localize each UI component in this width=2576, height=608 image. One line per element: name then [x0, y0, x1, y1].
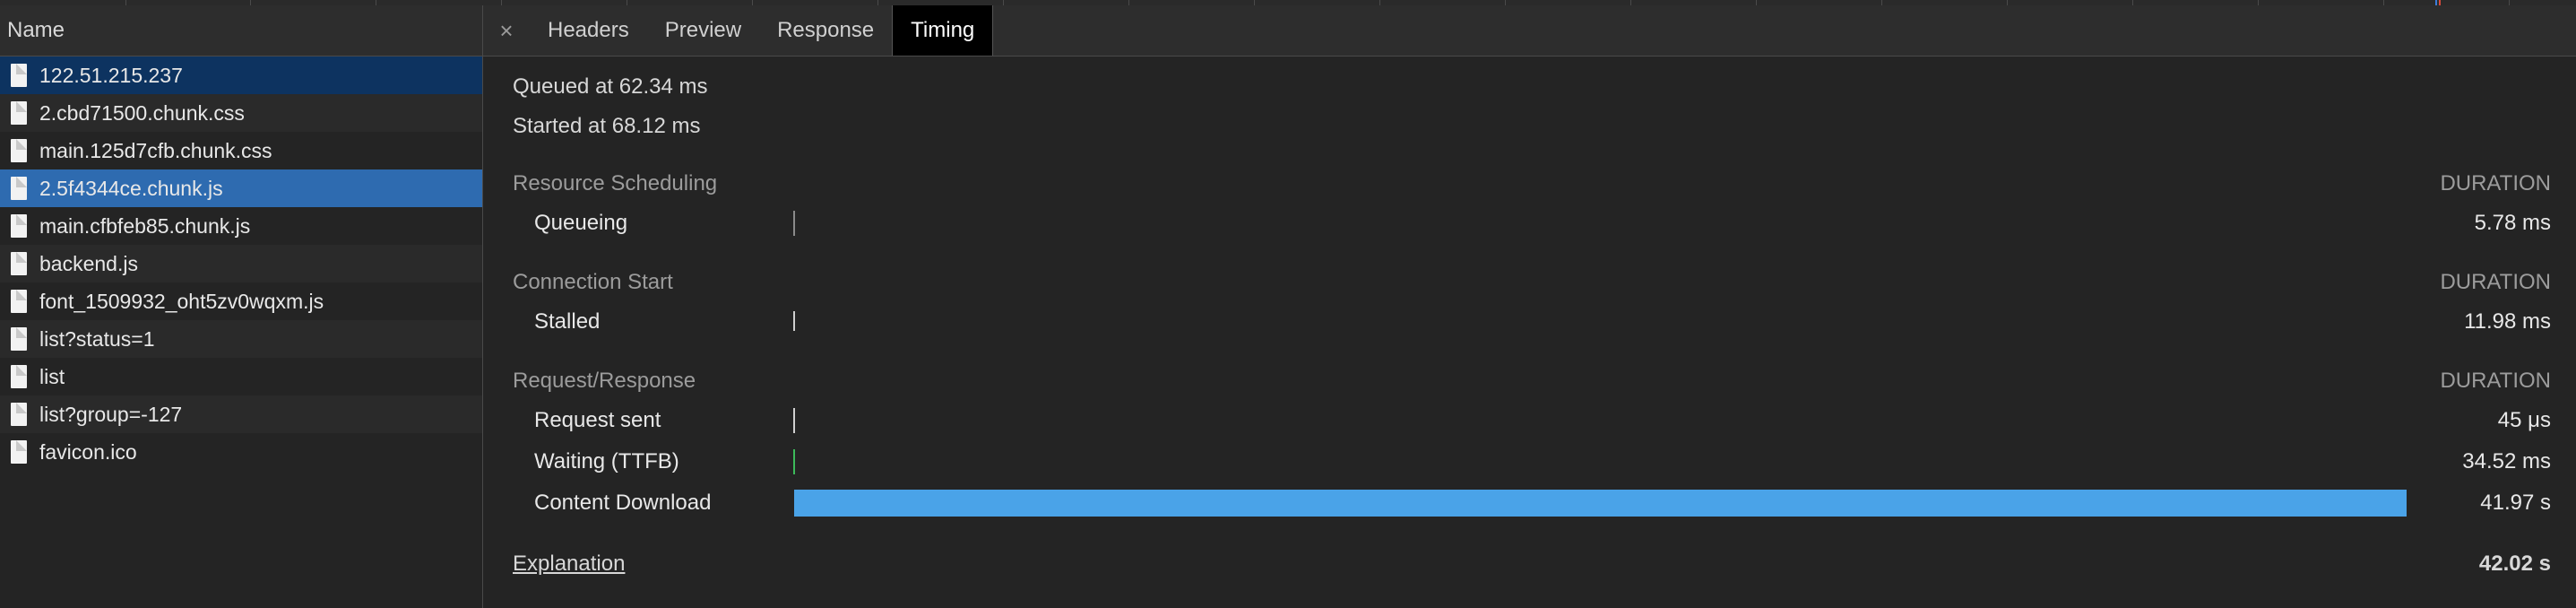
tab-timing[interactable]: Timing [892, 5, 994, 56]
duration-header: DURATION [2440, 171, 2551, 195]
document-icon [11, 64, 27, 87]
started-at-text: Started at 68.12 ms [513, 114, 701, 138]
document-icon [11, 252, 27, 275]
queued-at-text: Queued at 62.34 ms [513, 74, 708, 99]
tab-preview[interactable]: Preview [647, 5, 759, 56]
request-name: main.cfbfeb85.chunk.js [39, 214, 251, 238]
ttfb-label: Waiting (TTFB) [534, 449, 679, 473]
request-sent-value: 45 μs [2497, 408, 2551, 432]
request-name: list?group=-127 [39, 403, 183, 426]
request-list-panel: Name 122.51.215.237 2.cbd71500.chunk.css… [0, 5, 483, 608]
request-name: font_1509932_oht5zv0wqxm.js [39, 290, 324, 313]
request-name: main.125d7cfb.chunk.css [39, 139, 272, 162]
document-icon [11, 327, 27, 351]
request-row[interactable]: backend.js [0, 245, 482, 282]
request-row[interactable]: list?group=-127 [0, 395, 482, 433]
close-icon[interactable]: × [483, 5, 530, 56]
request-name: backend.js [39, 252, 138, 275]
request-row[interactable]: list?status=1 [0, 320, 482, 358]
queueing-bar [793, 211, 795, 236]
stalled-value: 11.98 ms [2464, 309, 2551, 334]
document-icon [11, 214, 27, 238]
document-icon [11, 139, 27, 162]
document-icon [11, 365, 27, 388]
stalled-bar [793, 311, 795, 331]
section-request-response: Request/Response [513, 369, 696, 393]
request-row[interactable]: favicon.ico [0, 433, 482, 471]
request-name: 2.cbd71500.chunk.css [39, 101, 245, 125]
document-icon [11, 403, 27, 426]
request-row[interactable]: main.cfbfeb85.chunk.js [0, 207, 482, 245]
request-name: list [39, 365, 65, 388]
duration-header: DURATION [2440, 270, 2551, 294]
request-row[interactable]: 2.cbd71500.chunk.css [0, 94, 482, 132]
content-download-bar [794, 490, 2407, 517]
document-icon [11, 101, 27, 125]
duration-header: DURATION [2440, 369, 2551, 393]
request-name: list?status=1 [39, 327, 155, 351]
request-sent-bar [793, 408, 795, 433]
document-icon [11, 177, 27, 200]
request-sent-label: Request sent [534, 408, 661, 432]
request-row-selected[interactable]: 2.5f4344ce.chunk.js [0, 169, 482, 207]
request-list: 122.51.215.237 2.cbd71500.chunk.css main… [0, 56, 482, 471]
content-download-value: 41.97 s [2480, 491, 2551, 515]
request-name: 2.5f4344ce.chunk.js [39, 177, 223, 200]
request-row[interactable]: main.125d7cfb.chunk.css [0, 132, 482, 169]
ttfb-value: 34.52 ms [2462, 449, 2551, 473]
tab-headers[interactable]: Headers [530, 5, 647, 56]
total-duration: 42.02 s [2478, 552, 2551, 576]
document-icon [11, 290, 27, 313]
content-download-label: Content Download [534, 491, 712, 515]
stalled-label: Stalled [534, 309, 601, 334]
explanation-link[interactable]: Explanation [513, 552, 625, 577]
section-connection-start: Connection Start [513, 270, 673, 294]
request-name: favicon.ico [39, 440, 137, 464]
section-resource-scheduling: Resource Scheduling [513, 171, 718, 195]
request-name: 122.51.215.237 [39, 64, 183, 87]
queueing-value: 5.78 ms [2474, 211, 2551, 235]
ttfb-bar [793, 449, 795, 474]
queueing-label: Queueing [534, 211, 628, 235]
timing-content: Queued at 62.34 ms Started at 68.12 ms R… [483, 56, 2576, 608]
name-column-header[interactable]: Name [0, 5, 482, 56]
request-details-panel: × Headers Preview Response Timing Queued… [483, 5, 2576, 608]
request-row[interactable]: font_1509932_oht5zv0wqxm.js [0, 282, 482, 320]
tab-response[interactable]: Response [759, 5, 892, 56]
document-icon [11, 440, 27, 464]
request-row[interactable]: 122.51.215.237 [0, 56, 482, 94]
request-row[interactable]: list [0, 358, 482, 395]
details-tab-bar: × Headers Preview Response Timing [483, 5, 2576, 56]
